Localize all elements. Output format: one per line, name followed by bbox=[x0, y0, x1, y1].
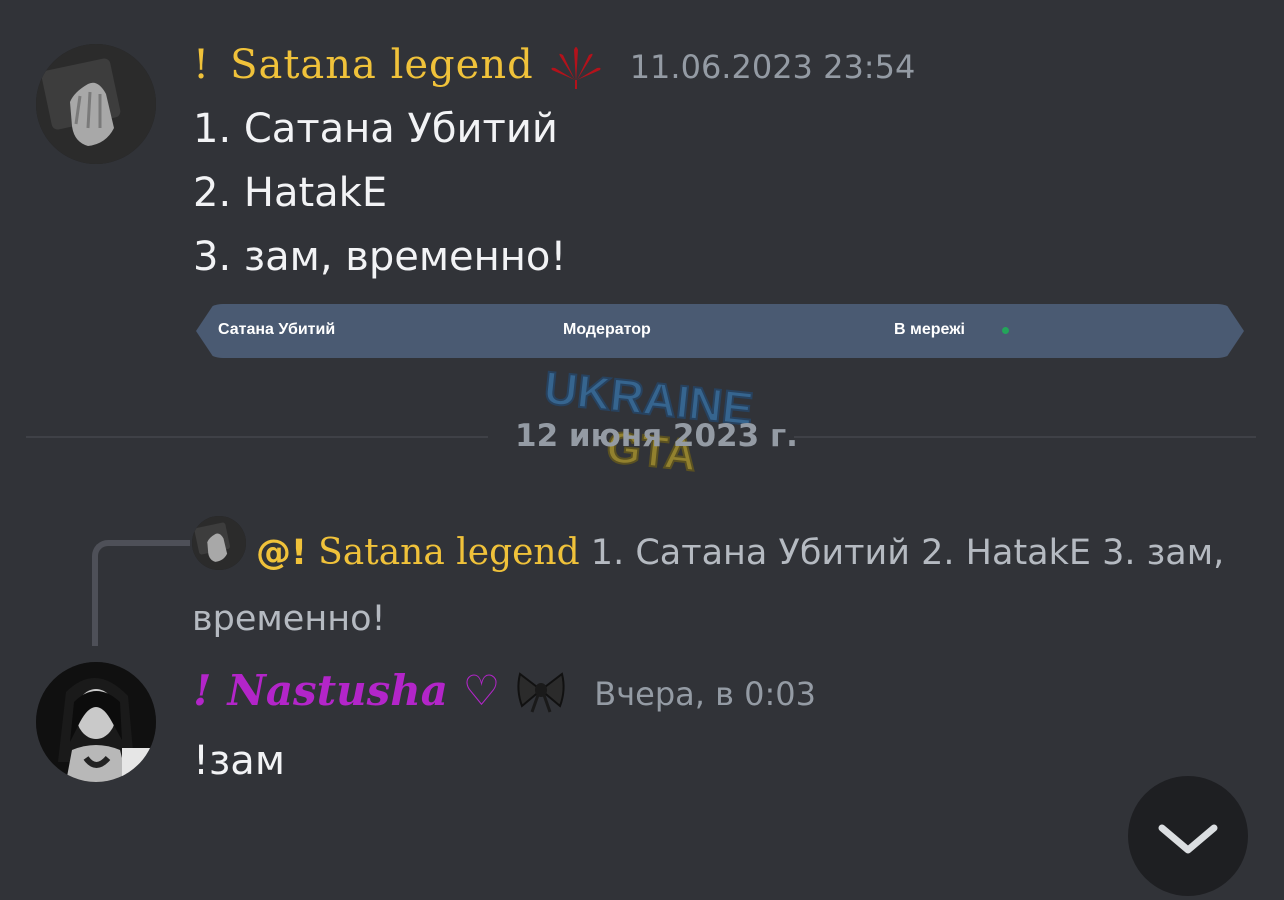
message-header: ! Satana legend 11.06.2023 23:54 bbox=[193, 42, 915, 90]
divider-line-right bbox=[794, 436, 1256, 438]
reply-spine bbox=[92, 540, 190, 646]
username-prefix[interactable]: ! bbox=[193, 42, 210, 88]
message-timestamp: 11.06.2023 23:54 bbox=[629, 48, 916, 86]
cannabis-leaf-icon bbox=[548, 42, 604, 90]
reply-preview[interactable]: @! Satana legend 1. Сатана Убитий 2. Hat… bbox=[192, 520, 1252, 652]
username-prefix[interactable]: ! bbox=[193, 666, 211, 715]
message-line: 2. HatakE bbox=[193, 170, 388, 216]
username[interactable]: Nastusha ♡ bbox=[227, 666, 500, 715]
message-line: 3. зам, временно! bbox=[193, 234, 567, 280]
embed-status: В мережі bbox=[894, 321, 965, 338]
divider-line-left bbox=[26, 436, 488, 438]
bow-icon bbox=[514, 668, 568, 714]
reply-username[interactable]: Satana legend bbox=[318, 532, 580, 573]
message-header: ! Nastusha ♡ Вчера, в 0:03 bbox=[193, 666, 816, 715]
scroll-to-bottom-button[interactable] bbox=[1128, 776, 1248, 896]
reply-mention[interactable]: @! bbox=[256, 533, 307, 573]
embed-role: Модератор bbox=[563, 321, 651, 338]
message-timestamp: Вчера, в 0:03 bbox=[594, 675, 816, 713]
online-dot-icon bbox=[1002, 327, 1009, 334]
date-divider: 12 июня 2023 г. bbox=[515, 418, 798, 454]
username[interactable]: Satana legend bbox=[230, 42, 534, 88]
message-text: !зам bbox=[193, 738, 285, 784]
profile-embed: Сатана Убитий Модератор В мережі bbox=[196, 304, 1244, 358]
chevron-down-icon bbox=[1158, 824, 1218, 854]
avatar-satana[interactable] bbox=[36, 44, 156, 164]
embed-name: Сатана Убитий bbox=[218, 321, 336, 338]
message-line: 1. Сатана Убитий bbox=[193, 106, 558, 152]
avatar-nastusha[interactable] bbox=[36, 662, 156, 782]
